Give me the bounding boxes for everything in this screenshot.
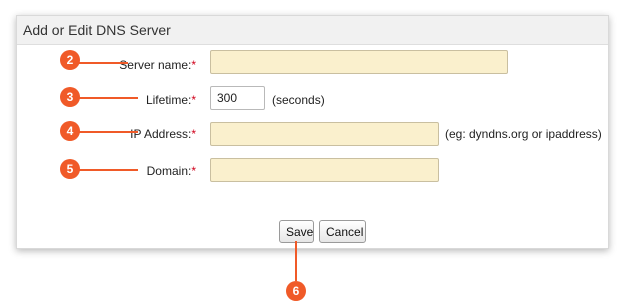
callout-line-3 — [74, 97, 138, 99]
dialog-header: Add or Edit DNS Server — [17, 16, 608, 45]
server-name-label: Server name:* — [119, 58, 196, 72]
server-name-input[interactable] — [210, 50, 508, 74]
callout-badge-2: 2 — [60, 50, 80, 70]
lifetime-unit: (seconds) — [272, 93, 325, 107]
required-mark: * — [191, 93, 196, 107]
lifetime-input[interactable] — [210, 86, 265, 110]
page: Add or Edit DNS Server Server name:* Lif… — [0, 0, 623, 303]
required-mark: * — [191, 58, 196, 72]
callout-line-4 — [74, 131, 138, 133]
dialog-title: Add or Edit DNS Server — [23, 22, 171, 38]
callout-badge-6: 6 — [286, 281, 306, 301]
callout-line-6 — [295, 241, 297, 281]
callout-badge-4: 4 — [60, 121, 80, 141]
callout-badge-3: 3 — [60, 87, 80, 107]
callout-line-2 — [74, 62, 128, 64]
callout-badge-5: 5 — [60, 159, 80, 179]
ip-address-input[interactable] — [210, 122, 439, 146]
ip-address-hint: (eg: dyndns.org or ipaddress) — [445, 127, 602, 141]
required-mark: * — [191, 164, 196, 178]
cancel-button[interactable]: Cancel — [319, 220, 366, 243]
domain-label: Domain:* — [146, 164, 196, 178]
callout-line-5 — [74, 169, 138, 171]
ip-address-label: IP Address:* — [130, 127, 196, 141]
domain-input[interactable] — [210, 158, 439, 182]
lifetime-label: Lifetime:* — [145, 93, 196, 107]
save-button[interactable]: Save — [279, 220, 314, 243]
required-mark: * — [191, 127, 196, 141]
